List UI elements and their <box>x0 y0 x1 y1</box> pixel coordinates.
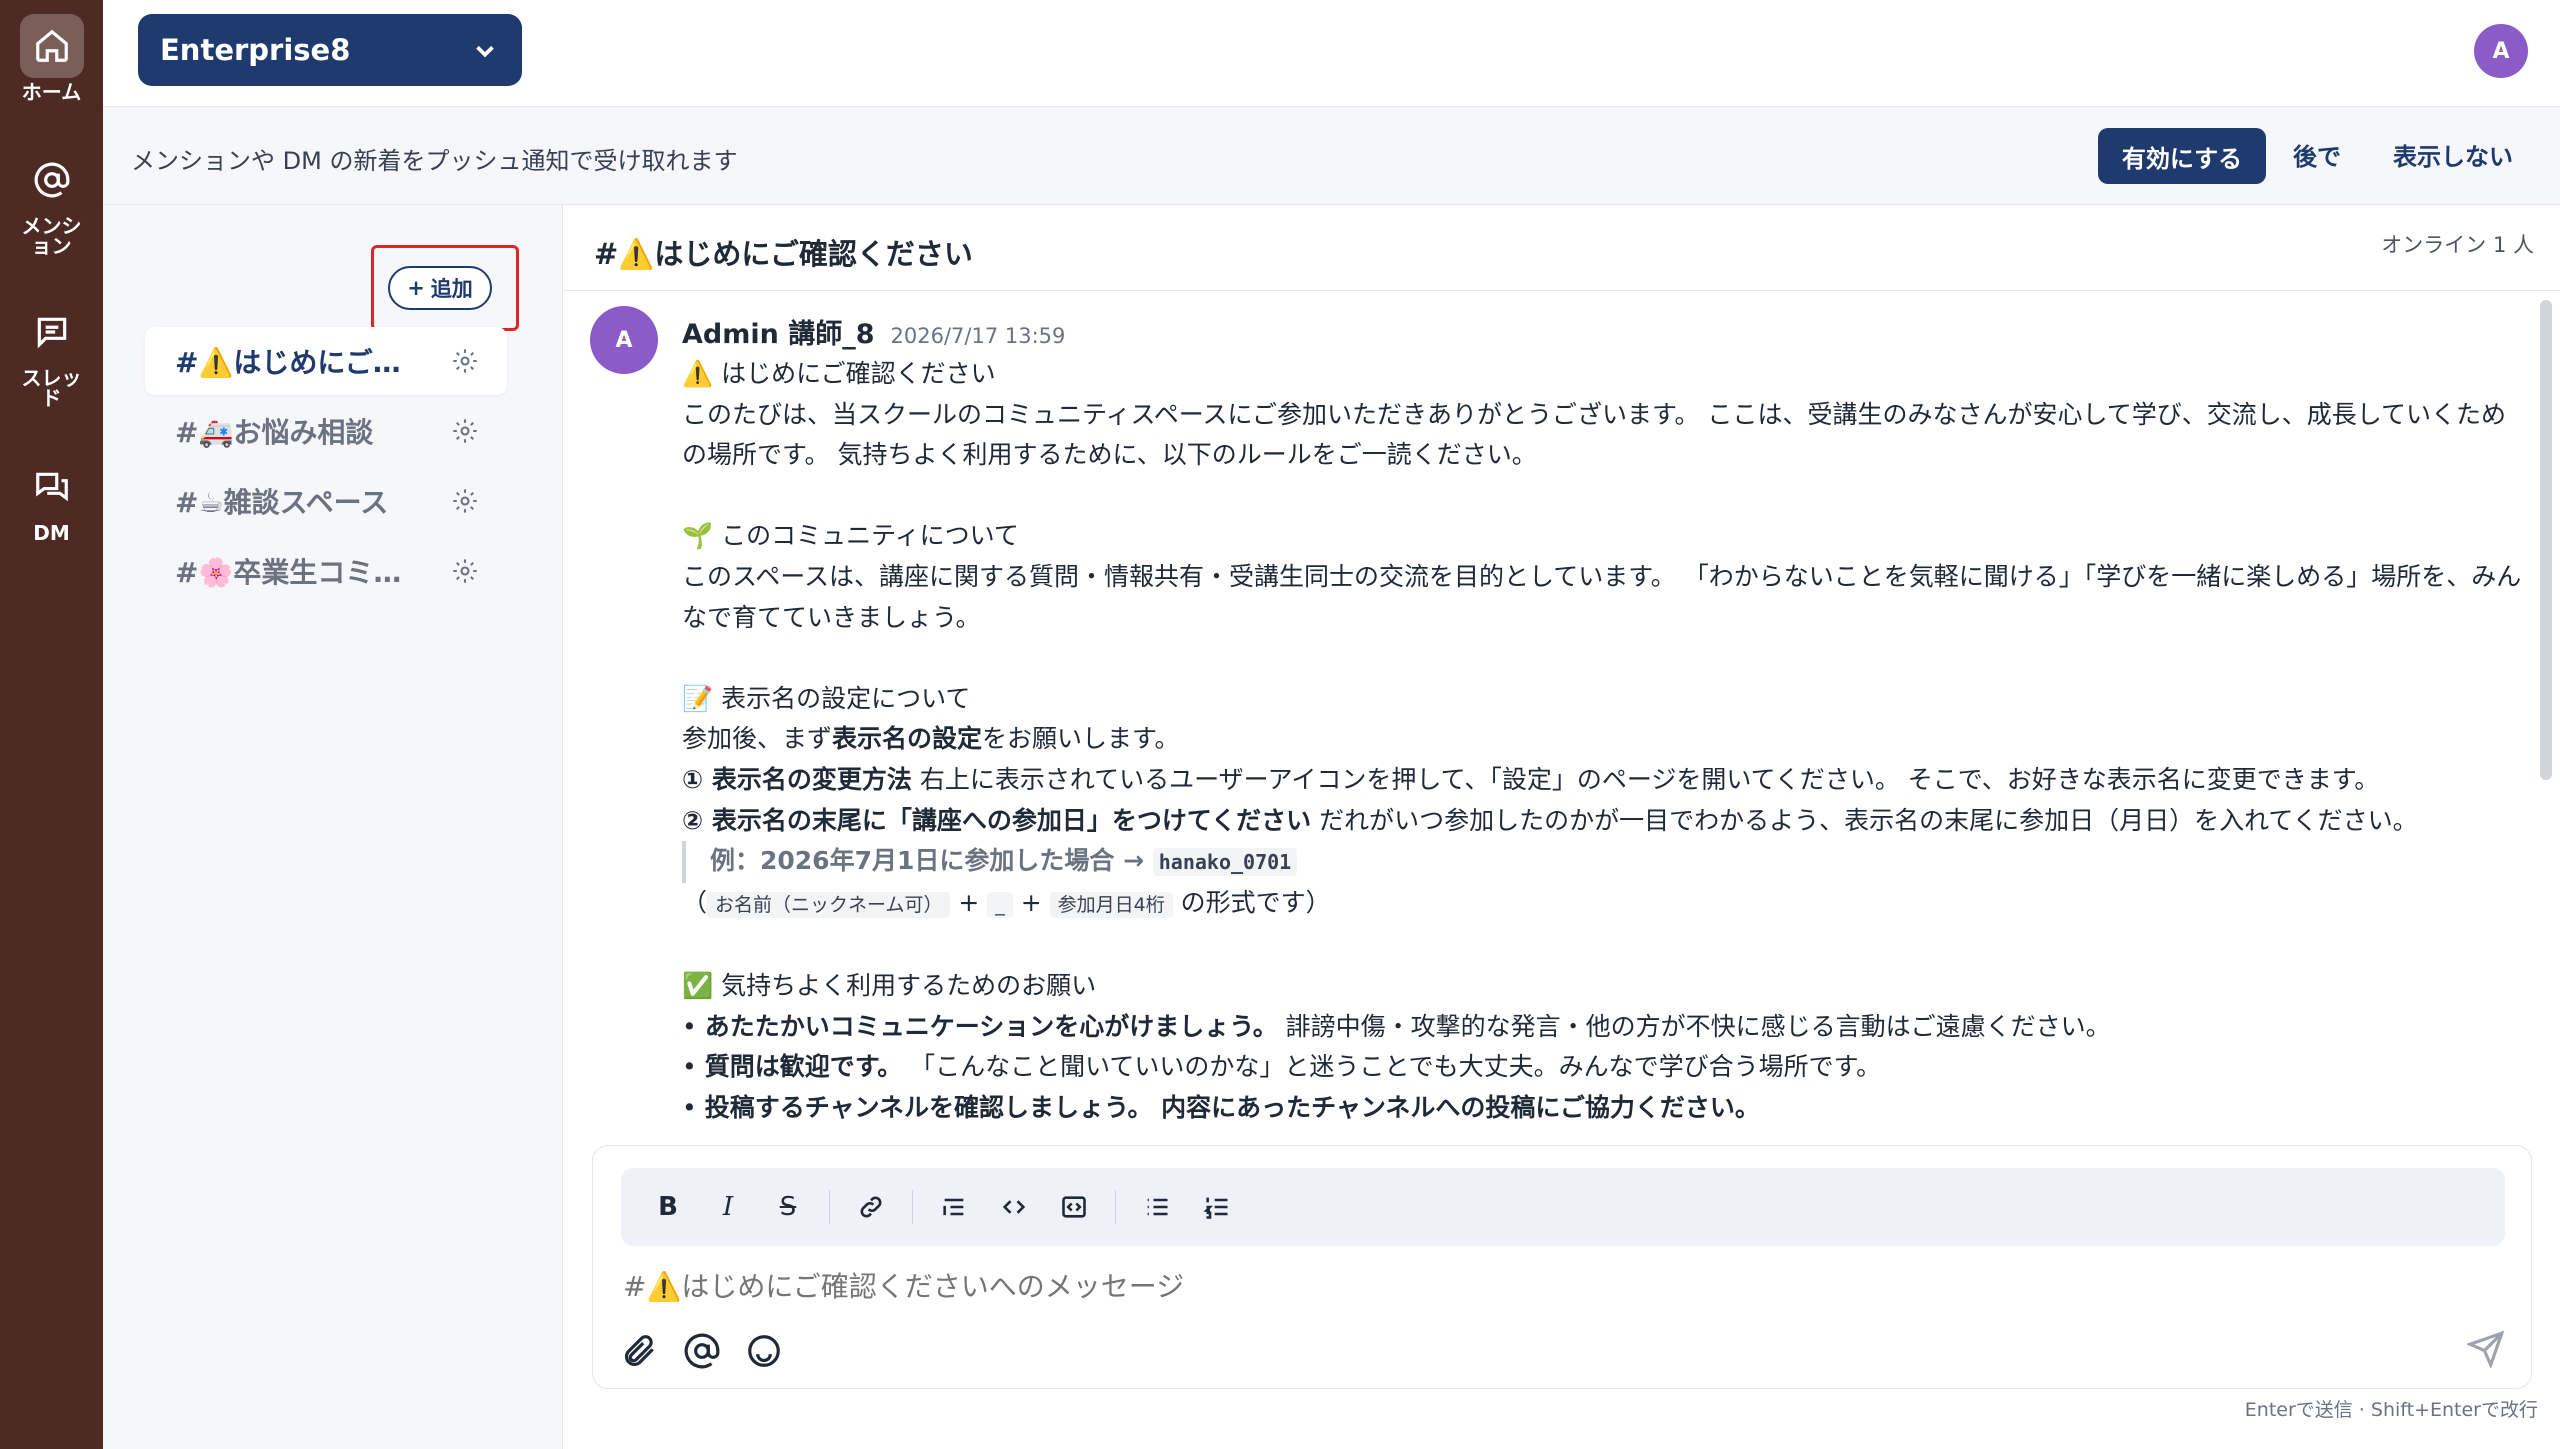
numbered-list-icon <box>1203 1197 1228 1219</box>
online-count: オンライン 1 人 <box>2381 233 2534 257</box>
message-line: 🌱 このコミュニティについて <box>682 521 1019 551</box>
chat-bubbles-icon <box>20 455 84 519</box>
composer-tools <box>621 1332 783 1374</box>
example-code: hanako_0701 <box>1152 848 1298 877</box>
message-line: ① 表示名の変更方法 右上に表示されているユーザーアイコンを押して、「設定」のペ… <box>682 764 2380 794</box>
scrollbar[interactable] <box>2540 300 2552 780</box>
message-line: 📝 表示名の設定について <box>682 683 971 713</box>
code-block-icon <box>1062 1196 1086 1218</box>
message-line: 参加後、まず表示名の設定をお願いします。 <box>682 724 1180 754</box>
inline-code-button[interactable] <box>995 1188 1033 1226</box>
message-composer: B I S <box>592 1145 2532 1389</box>
dont-show-button[interactable]: 表示しない <box>2393 137 2513 172</box>
plus-icon: + <box>407 276 425 300</box>
message-line: （お名前（ニックネーム可） + _ + 参加月日4桁 の形式です） <box>682 887 1331 918</box>
main-panel: #⚠️はじめにご確認ください オンライン 1 人 A Admin 講師_8 20… <box>564 205 2560 1449</box>
bold-button[interactable]: B <box>649 1188 687 1226</box>
channel-name: #🚑お悩み相談 <box>175 416 374 449</box>
channel-item-getting-started[interactable]: #⚠️はじめにご確認ください <box>145 327 507 395</box>
add-channel-highlight: + 追加 <box>371 245 519 331</box>
attachment-icon[interactable] <box>621 1332 659 1374</box>
mention-icon[interactable] <box>683 1332 721 1374</box>
thread-icon <box>20 300 84 364</box>
message-line: ② 表示名の末尾に「講座への参加日」をつけてください だれがいつ参加したのかが一… <box>682 805 2418 835</box>
message-body: ⚠️ はじめにご確認ください このたびは、当スクールのコミュニティスペースにご参… <box>682 354 2522 1122</box>
example-quote: 例：2026年7月1日に参加した場合 → hanako_0701 <box>682 841 2522 883</box>
push-notification-banner: メンションや DM の新着をプッシュ通知で受け取れます 有効にする 後で 表示し… <box>103 107 2560 205</box>
enable-notifications-button[interactable]: 有効にする <box>2098 128 2266 184</box>
channel-name: #☕雑談スペース <box>175 486 389 519</box>
keyboard-hint: Enterで送信 · Shift+Enterで改行 <box>2244 1399 2538 1421</box>
code-block-button[interactable] <box>1055 1188 1093 1226</box>
strikethrough-button[interactable]: S <box>769 1188 807 1226</box>
quote-button[interactable] <box>935 1188 973 1226</box>
link-icon <box>860 1196 882 1218</box>
blockquote-icon <box>943 1198 964 1216</box>
bullet-list-icon <box>1147 1198 1168 1216</box>
channel-name: #⚠️はじめにご確認ください <box>175 346 415 379</box>
notification-text: メンションや DM の新着をプッシュ通知で受け取れます <box>131 147 738 175</box>
channel-item-alumni[interactable]: #🌸卒業生コミュニティ <box>145 537 507 605</box>
gear-icon[interactable] <box>451 347 479 375</box>
message-line: • 投稿するチャンネルを確認しましょう。 内容にあったチャンネルへの投稿にご協力… <box>682 1092 1760 1122</box>
message-input[interactable] <box>623 1270 2023 1303</box>
channel-item-chat-space[interactable]: #☕雑談スペース <box>145 467 507 535</box>
later-button[interactable]: 後で <box>2293 137 2341 172</box>
channel-name: #🌸卒業生コミュニティ <box>175 556 415 589</box>
code-icon <box>1002 1200 1026 1214</box>
rail-dm[interactable]: DM <box>0 455 103 543</box>
home-icon <box>19 14 84 78</box>
message-list[interactable]: A Admin 講師_8 2026/7/17 13:59 ⚠️ はじめにご確認く… <box>564 292 2560 1122</box>
bullet-list-button[interactable] <box>1138 1188 1176 1226</box>
rail-home-label: ホーム <box>21 80 82 104</box>
channel-header: #⚠️はじめにご確認ください オンライン 1 人 <box>564 205 2560 291</box>
send-icon[interactable] <box>2465 1330 2505 1372</box>
rail-home[interactable]: ホーム <box>0 14 103 102</box>
emoji-icon[interactable] <box>745 1332 783 1374</box>
channel-title: #⚠️はじめにご確認ください <box>594 237 973 271</box>
message-line: • あたたかいコミュニケーションを心がけましょう。 誹謗中傷・攻撃的な発言・他の… <box>682 1011 2111 1041</box>
message-line: このたびは、当スクールのコミュニティスペースにご参加いただきありがとうございます… <box>682 399 2506 470</box>
link-button[interactable] <box>852 1188 890 1226</box>
add-channel-button[interactable]: + 追加 <box>388 266 492 310</box>
message-line: ✅ 気持ちよく利用するためのお願い <box>682 970 1097 1000</box>
formatting-toolbar: B I S <box>621 1168 2505 1246</box>
rail-dm-label: DM <box>33 521 70 545</box>
chevron-down-icon <box>470 36 500 66</box>
author-avatar[interactable]: A <box>590 306 658 374</box>
rail-mention-label: メンション <box>21 214 82 258</box>
add-channel-label: 追加 <box>430 277 473 301</box>
message-line: このスペースは、講座に関する質問・情報共有・受講生同士の交流を目的としています。… <box>682 561 2522 632</box>
gear-icon[interactable] <box>451 557 479 585</box>
message-timestamp: 2026/7/17 13:59 <box>890 324 1066 348</box>
workspace-name: Enterprise8 <box>160 33 351 67</box>
rail-mention[interactable]: メンション <box>0 148 103 256</box>
message-header: Admin 講師_8 2026/7/17 13:59 <box>682 312 1065 351</box>
gear-icon[interactable] <box>451 417 479 445</box>
rail-thread[interactable]: スレッド <box>0 300 103 408</box>
message-line: ⚠️ はじめにご確認ください <box>682 359 996 388</box>
at-sign-icon <box>20 148 84 212</box>
left-rail: ホーム メンション スレッド DM <box>0 0 103 1449</box>
workspace-selector[interactable]: Enterprise8 <box>138 14 522 86</box>
italic-button[interactable]: I <box>709 1188 747 1226</box>
channel-sidebar: + 追加 #⚠️はじめにご確認ください #🚑お悩み相談 #☕雑談スペース #🌸卒… <box>103 205 563 1449</box>
gear-icon[interactable] <box>451 487 479 515</box>
rail-thread-label: スレッド <box>21 366 82 410</box>
numbered-list-button[interactable] <box>1198 1188 1236 1226</box>
top-header: Enterprise8 A <box>103 0 2560 107</box>
channel-item-consultation[interactable]: #🚑お悩み相談 <box>145 397 507 465</box>
message-line: • 質問は歓迎です。 「こんなこと聞いていいのかな」と迷うことでも大丈夫。みんな… <box>682 1052 1882 1082</box>
message-author[interactable]: Admin 講師_8 <box>682 312 875 351</box>
user-avatar[interactable]: A <box>2474 24 2528 78</box>
